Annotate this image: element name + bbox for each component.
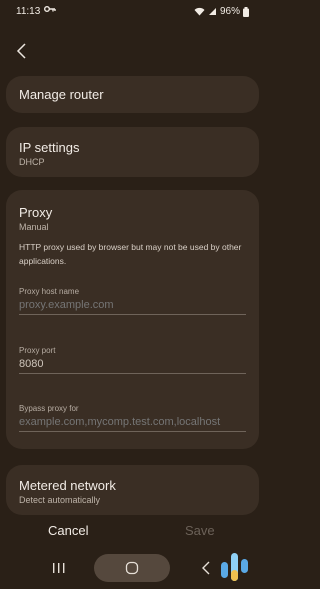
signal-icon [208, 7, 217, 16]
status-time: 11:13 [16, 6, 41, 17]
proxy-host-input[interactable] [19, 299, 246, 315]
metered-network-title: Metered network [19, 478, 116, 493]
wifi-icon [194, 7, 205, 16]
cancel-button[interactable]: Cancel [48, 523, 88, 538]
chevron-left-icon [16, 43, 26, 59]
back-nav-icon [202, 561, 210, 575]
home-button[interactable] [94, 554, 170, 582]
recents-button[interactable] [48, 560, 70, 576]
vpn-key-icon [44, 5, 56, 16]
navigation-bar [0, 550, 261, 587]
status-bar: 11:13 96% [0, 0, 261, 24]
proxy-port-label: Proxy port [19, 346, 56, 355]
proxy-selector[interactable]: Proxy Manual [6, 190, 259, 234]
ip-settings-title: IP settings [19, 140, 80, 155]
recents-icon [53, 563, 65, 573]
proxy-card: Proxy Manual HTTP proxy used by browser … [6, 190, 259, 449]
save-button[interactable]: Save [185, 523, 215, 538]
proxy-port-input[interactable] [19, 358, 246, 374]
proxy-description: HTTP proxy used by browser but may not b… [19, 242, 242, 266]
manage-router-label: Manage router [19, 87, 104, 102]
back-nav-button[interactable] [198, 559, 214, 577]
metered-network-value: Detect automatically [19, 495, 101, 505]
bypass-proxy-label: Bypass proxy for [19, 404, 79, 413]
proxy-host-label: Proxy host name [19, 287, 80, 296]
battery-percent: 96% [219, 6, 240, 17]
ip-settings-value: DHCP [19, 157, 45, 167]
app-logo-icon [218, 550, 252, 584]
proxy-value: Manual [19, 222, 49, 232]
ip-settings-item[interactable]: IP settings DHCP [6, 127, 259, 177]
metered-network-item[interactable]: Metered network Detect automatically [6, 465, 259, 515]
manage-router-item[interactable]: Manage router [6, 76, 259, 113]
bypass-proxy-input[interactable] [19, 416, 246, 432]
back-button[interactable] [14, 42, 34, 64]
proxy-title: Proxy [19, 205, 53, 220]
home-icon [125, 561, 139, 575]
battery-icon [243, 6, 249, 17]
